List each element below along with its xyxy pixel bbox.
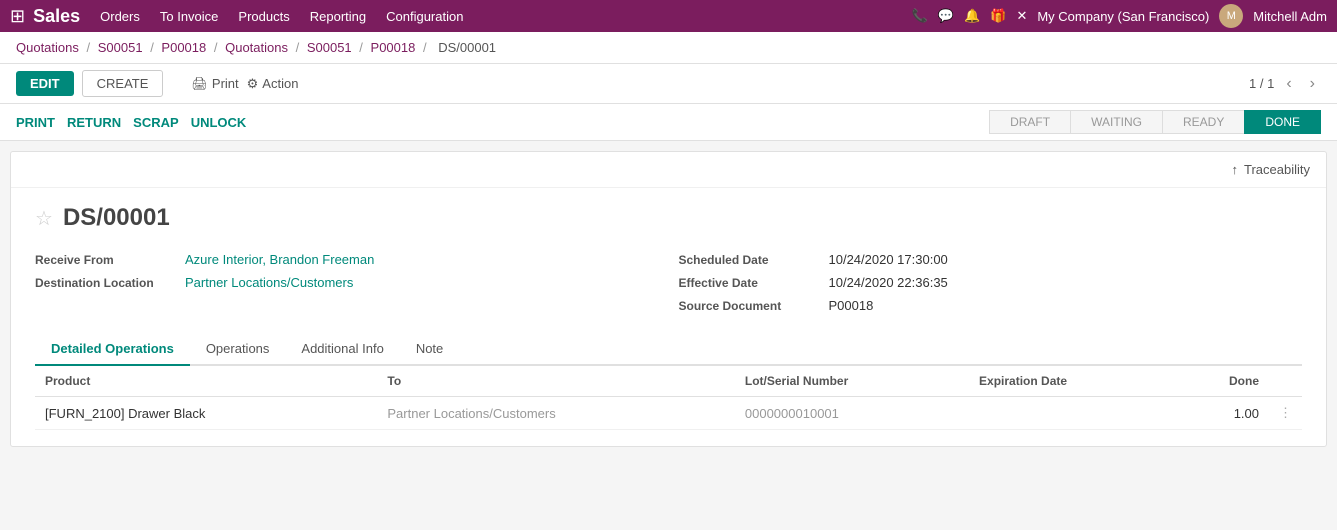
tab-operations[interactable]: Operations bbox=[190, 333, 286, 366]
print-action-button[interactable]: PRINT bbox=[16, 111, 67, 134]
scheduled-date-value: 10/24/2020 17:30:00 bbox=[829, 252, 948, 267]
breadcrumb-p00018a[interactable]: P00018 bbox=[161, 40, 206, 55]
source-doc-value: P00018 bbox=[829, 298, 874, 313]
gear-icon: ⚙ bbox=[247, 76, 259, 92]
step-ready[interactable]: READY bbox=[1162, 110, 1245, 134]
traceability-button[interactable]: ↑ Traceability bbox=[1232, 162, 1310, 177]
table-row: [FURN_2100] Drawer Black Partner Locatio… bbox=[35, 397, 1302, 430]
create-button[interactable]: CREATE bbox=[82, 70, 164, 97]
grid-icon[interactable]: ⊞ bbox=[10, 6, 25, 27]
cell-product: [FURN_2100] Drawer Black bbox=[35, 397, 377, 430]
gift-icon[interactable]: 🎁 bbox=[990, 8, 1006, 24]
source-doc-row: Source Document P00018 bbox=[679, 298, 1303, 313]
phone-icon[interactable]: 📞 bbox=[912, 8, 928, 24]
receive-from-label: Receive From bbox=[35, 253, 175, 267]
status-steps: DRAFT WAITING READY DONE bbox=[989, 110, 1321, 134]
printer-icon: 🖨 bbox=[191, 76, 208, 92]
cell-expiration bbox=[969, 397, 1174, 430]
bell-icon[interactable]: 🔔 bbox=[964, 8, 980, 24]
breadcrumb: Quotations / S00051 / P00018 / Quotation… bbox=[0, 32, 1337, 64]
toolbar: EDIT CREATE 🖨 Print ⚙ Action 1 / 1 ‹ › bbox=[0, 64, 1337, 104]
tab-additional-info[interactable]: Additional Info bbox=[285, 333, 399, 366]
traceability-icon: ↑ bbox=[1232, 162, 1239, 177]
step-waiting[interactable]: WAITING bbox=[1070, 110, 1163, 134]
topbar-icons: 📞 💬 🔔 🎁 ✕ My Company (San Francisco) M M… bbox=[912, 4, 1327, 28]
cell-row-actions[interactable]: ⋮ bbox=[1269, 397, 1302, 430]
record-header: ↑ Traceability bbox=[11, 152, 1326, 188]
edit-button[interactable]: EDIT bbox=[16, 71, 74, 96]
col-product: Product bbox=[35, 366, 377, 397]
breadcrumb-s00051b[interactable]: S00051 bbox=[307, 40, 352, 55]
effective-date-value: 10/24/2020 22:36:35 bbox=[829, 275, 948, 290]
operations-table: Product To Lot/Serial Number Expiration … bbox=[35, 366, 1302, 430]
main-content: ↑ Traceability ☆ DS/00001 Receive From A… bbox=[0, 141, 1337, 457]
next-page-button[interactable]: › bbox=[1304, 73, 1321, 95]
destination-value[interactable]: Partner Locations/Customers bbox=[185, 275, 353, 290]
step-draft[interactable]: DRAFT bbox=[989, 110, 1071, 134]
nav-products[interactable]: Products bbox=[238, 9, 289, 24]
unlock-action-button[interactable]: UNLOCK bbox=[191, 111, 259, 134]
record-id: DS/00001 bbox=[63, 204, 170, 232]
form-fields: Receive From Azure Interior, Brandon Fre… bbox=[35, 252, 1302, 313]
return-action-button[interactable]: RETURN bbox=[67, 111, 133, 134]
brand-label[interactable]: Sales bbox=[33, 6, 80, 27]
close-icon[interactable]: ✕ bbox=[1016, 8, 1027, 24]
prev-page-button[interactable]: ‹ bbox=[1280, 73, 1297, 95]
action-button[interactable]: ⚙ Action bbox=[247, 76, 299, 92]
col-to: To bbox=[377, 366, 735, 397]
tabs: Detailed Operations Operations Additiona… bbox=[35, 333, 1302, 366]
user-label: Mitchell Adm bbox=[1253, 9, 1327, 24]
breadcrumb-quotations1[interactable]: Quotations bbox=[16, 40, 79, 55]
scrap-action-button[interactable]: SCRAP bbox=[133, 111, 191, 134]
receive-from-value[interactable]: Azure Interior, Brandon Freeman bbox=[185, 252, 374, 267]
col-lot-serial: Lot/Serial Number bbox=[735, 366, 969, 397]
effective-date-label: Effective Date bbox=[679, 276, 819, 290]
col-done: Done bbox=[1174, 366, 1269, 397]
company-label: My Company (San Francisco) bbox=[1037, 9, 1209, 24]
scheduled-date-label: Scheduled Date bbox=[679, 253, 819, 267]
nav-configuration[interactable]: Configuration bbox=[386, 9, 463, 24]
cell-lot-serial: 0000000010001 bbox=[735, 397, 969, 430]
record-body: ☆ DS/00001 Receive From Azure Interior, … bbox=[11, 188, 1326, 446]
top-nav: Orders To Invoice Products Reporting Con… bbox=[100, 9, 912, 24]
avatar[interactable]: M bbox=[1219, 4, 1243, 28]
step-done[interactable]: DONE bbox=[1244, 110, 1321, 134]
tab-detailed-operations[interactable]: Detailed Operations bbox=[35, 333, 190, 366]
nav-reporting[interactable]: Reporting bbox=[310, 9, 366, 24]
source-doc-label: Source Document bbox=[679, 299, 819, 313]
cell-to: Partner Locations/Customers bbox=[377, 397, 735, 430]
col-expiration: Expiration Date bbox=[969, 366, 1174, 397]
cell-done: 1.00 bbox=[1174, 397, 1269, 430]
breadcrumb-p00018b[interactable]: P00018 bbox=[371, 40, 416, 55]
favorite-icon[interactable]: ☆ bbox=[35, 206, 53, 231]
effective-date-row: Effective Date 10/24/2020 22:36:35 bbox=[679, 275, 1303, 290]
scheduled-date-row: Scheduled Date 10/24/2020 17:30:00 bbox=[679, 252, 1303, 267]
tab-note[interactable]: Note bbox=[400, 333, 459, 366]
destination-row: Destination Location Partner Locations/C… bbox=[35, 275, 659, 290]
print-button[interactable]: 🖨 Print bbox=[191, 76, 238, 92]
record-title: ☆ DS/00001 bbox=[35, 204, 1302, 232]
nav-orders[interactable]: Orders bbox=[100, 9, 140, 24]
nav-to-invoice[interactable]: To Invoice bbox=[160, 9, 219, 24]
receive-from-row: Receive From Azure Interior, Brandon Fre… bbox=[35, 252, 659, 267]
breadcrumb-quotations2[interactable]: Quotations bbox=[225, 40, 288, 55]
record-card: ↑ Traceability ☆ DS/00001 Receive From A… bbox=[10, 151, 1327, 447]
destination-label: Destination Location bbox=[35, 276, 175, 290]
col-actions bbox=[1269, 366, 1302, 397]
pagination: 1 / 1 ‹ › bbox=[1249, 73, 1321, 95]
breadcrumb-s00051a[interactable]: S00051 bbox=[98, 40, 143, 55]
chat-icon[interactable]: 💬 bbox=[938, 8, 954, 24]
statusbar: PRINT RETURN SCRAP UNLOCK DRAFT WAITING … bbox=[0, 104, 1337, 141]
topbar: ⊞ Sales Orders To Invoice Products Repor… bbox=[0, 0, 1337, 32]
breadcrumb-ds00001: DS/00001 bbox=[438, 40, 496, 55]
